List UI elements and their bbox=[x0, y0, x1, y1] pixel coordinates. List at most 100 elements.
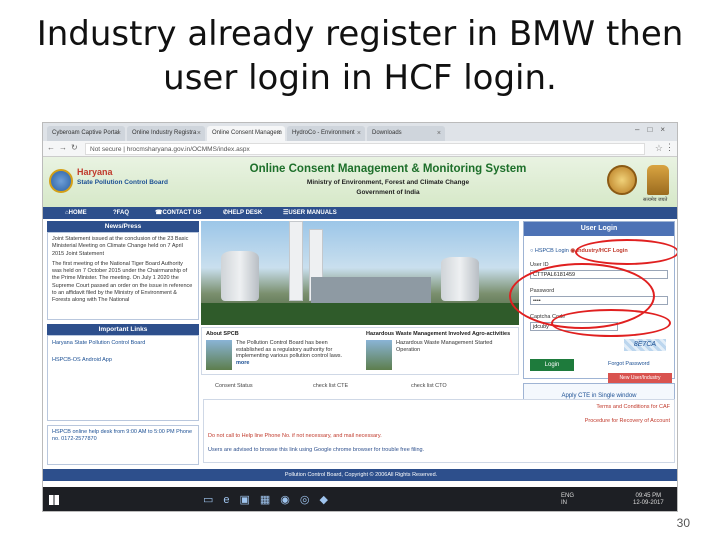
star-icon[interactable]: ☆ bbox=[655, 143, 663, 154]
captcha-image: 8E7CA bbox=[624, 339, 666, 351]
news-item[interactable]: Joint Statement issued at the conclusion… bbox=[52, 236, 194, 258]
tab-downloads[interactable]: Downloads × bbox=[367, 126, 445, 141]
clock[interactable]: 09:45 PM 12-09-2017 bbox=[633, 493, 664, 507]
taskbar: ▭e▣▦◉◎◆ ENG IN 09:45 PM 12-09-2017 bbox=[43, 487, 677, 511]
back-forward-reload-icon[interactable]: ←→↻ bbox=[47, 143, 82, 152]
tab-bar: Cyberoam Captive Portal × Online Industry… bbox=[43, 123, 677, 141]
tab-label: Online Industry Registra bbox=[132, 130, 197, 136]
taskbar-app-icons[interactable]: ▭e▣▦◉◎◆ bbox=[203, 493, 338, 506]
nav-contact-us[interactable]: ☎CONTACT US bbox=[155, 207, 201, 219]
menu-icon[interactable]: ⋮ bbox=[665, 142, 674, 153]
power-plant-image bbox=[201, 221, 519, 325]
ministry-name: Ministry of Environment, Forest and Clim… bbox=[306, 179, 470, 186]
about-spcb: About SPCB bbox=[206, 331, 356, 338]
nav-faq[interactable]: ?FAQ bbox=[113, 207, 129, 219]
about-description: The Pollution Control Board has been est… bbox=[236, 340, 343, 359]
tab-consent-management[interactable]: Online Consent Managem × bbox=[207, 126, 285, 141]
windows-start-icon[interactable] bbox=[49, 495, 59, 505]
important-links-panel: Haryana State Pollution Control Board HS… bbox=[47, 335, 199, 421]
about-section: About SPCB The Pollution Control Board h… bbox=[201, 327, 519, 375]
tab-label: Online Consent Managem bbox=[212, 130, 282, 136]
language-indicator: ENG bbox=[561, 493, 575, 499]
helpline-text: HSPCB online help desk from 9:00 AM to 5… bbox=[47, 425, 199, 465]
trees-shape bbox=[201, 303, 519, 325]
tab-cyberoam[interactable]: Cyberoam Captive Portal × bbox=[47, 126, 125, 141]
checklist-row: Consent Status check list CTE check list… bbox=[201, 379, 519, 395]
window-controls[interactable]: –□× bbox=[635, 125, 673, 134]
board-name: State Pollution Control Board bbox=[77, 179, 168, 186]
hazardous-waste-block: Hazardous Waste Management Involved Agro… bbox=[366, 331, 516, 338]
site-footer: Pollution Control Board, Copyright © 200… bbox=[43, 469, 677, 481]
tab-hydroco[interactable]: HydroCo - Environment × bbox=[287, 126, 365, 141]
cooling-tower-shape bbox=[441, 257, 479, 301]
links-heading: Important Links bbox=[47, 324, 199, 335]
close-icon[interactable]: × bbox=[437, 126, 441, 141]
nav-label: HOME bbox=[68, 210, 87, 216]
news-panel: Joint Statement issued at the conclusion… bbox=[47, 232, 199, 320]
recovery-procedure-link[interactable]: Procedure for Recovery of Account bbox=[585, 418, 670, 424]
news-heading: News/Press bbox=[47, 221, 199, 232]
government-name: Government of India bbox=[356, 189, 420, 196]
nav-help-desk[interactable]: ✆HELP DESK bbox=[223, 207, 262, 219]
helpline-notice: Do not call to Help line Phone No. if no… bbox=[208, 433, 382, 439]
radio-label: HSPCB Login bbox=[534, 248, 569, 254]
left-column: News/Press Joint Statement issued at the… bbox=[47, 221, 199, 465]
news-item[interactable]: The first meeting of the National Tiger … bbox=[52, 261, 194, 305]
close-icon[interactable]: × bbox=[277, 126, 281, 141]
nav-label: FAQ bbox=[116, 210, 130, 216]
url-input[interactable]: Not secure | hrocmsharyana.gov.in/OCMMS/… bbox=[85, 143, 645, 155]
info-box: Terms and Conditions for CAF Procedure f… bbox=[203, 399, 675, 463]
hazardous-image bbox=[366, 340, 392, 370]
state-name: Haryana bbox=[77, 167, 113, 177]
close-icon[interactable]: × bbox=[197, 126, 201, 141]
nav-label: USER MANUALS bbox=[288, 210, 337, 216]
emblem-caption: सत्यमेव जयते bbox=[643, 197, 668, 203]
tab-label: Downloads bbox=[372, 130, 402, 136]
close-icon[interactable]: × bbox=[117, 126, 121, 141]
seal-logo bbox=[607, 165, 637, 195]
annotation-oval-industry-login bbox=[575, 239, 677, 265]
national-emblem bbox=[647, 165, 669, 195]
terms-link[interactable]: Terms and Conditions for CAF bbox=[596, 404, 670, 410]
main-nav: ⌂HOME ?FAQ ☎CONTACT US ✆HELP DESK ☰USER … bbox=[43, 207, 677, 219]
nav-user-manuals[interactable]: ☰USER MANUALS bbox=[283, 207, 337, 219]
page-number: 30 bbox=[676, 516, 690, 530]
about-image bbox=[206, 340, 232, 370]
close-icon[interactable]: × bbox=[357, 126, 361, 141]
more-link[interactable]: more bbox=[236, 360, 249, 366]
consent-status-link[interactable]: Consent Status bbox=[215, 383, 253, 389]
cooling-tower-shape bbox=[221, 251, 259, 301]
link-android-app[interactable]: HSPCB-OS Android App bbox=[52, 357, 194, 363]
about-heading: About SPCB bbox=[206, 331, 239, 337]
system-tray[interactable]: ENG IN bbox=[561, 493, 574, 507]
checklist-cte-link[interactable]: check list CTE bbox=[313, 383, 348, 389]
browser-screenshot: Cyberoam Captive Portal × Online Industry… bbox=[42, 122, 678, 512]
radio-spcb-login[interactable]: ○ HSPCB Login bbox=[530, 248, 569, 254]
slide-title-line-2: user login in HCF login. bbox=[163, 58, 557, 98]
hspcb-logo bbox=[49, 169, 73, 193]
system-title: Online Consent Management & Monitoring S… bbox=[249, 163, 527, 175]
browser-notice: Users are advised to browse this link us… bbox=[208, 447, 425, 453]
annotation-oval-password bbox=[551, 309, 671, 337]
slide-title-line-1: Industry already register in BMW then bbox=[36, 14, 684, 54]
link-hspcb[interactable]: Haryana State Pollution Control Board bbox=[52, 340, 194, 346]
hazardous-heading: Hazardous Waste Management Involved Agro… bbox=[366, 331, 511, 337]
site-header: Haryana State Pollution Control Board On… bbox=[43, 157, 677, 207]
forgot-password-link[interactable]: Forgot Password bbox=[608, 361, 650, 367]
nav-label: HELP DESK bbox=[228, 210, 263, 216]
chimney-shape bbox=[289, 221, 303, 301]
region-indicator: IN bbox=[561, 500, 567, 506]
tab-industry-registration[interactable]: Online Industry Registra × bbox=[127, 126, 205, 141]
slide-title: Industry already register in BMW then us… bbox=[20, 12, 700, 100]
new-registration-button[interactable]: New User/Industry Registration bbox=[608, 373, 672, 391]
nav-home[interactable]: ⌂HOME bbox=[65, 207, 87, 219]
hazardous-text: Hazardous Waste Management Started Opera… bbox=[396, 340, 493, 353]
tab-label: HydroCo - Environment bbox=[292, 130, 355, 136]
tab-label: Cyberoam Captive Portal bbox=[52, 130, 120, 136]
address-bar: ←→↻ Not secure | hrocmsharyana.gov.in/OC… bbox=[43, 141, 677, 157]
time-text: 09:45 PM bbox=[635, 493, 662, 499]
login-button[interactable]: Login bbox=[530, 359, 574, 371]
checklist-cto-link[interactable]: check list CTO bbox=[411, 383, 447, 389]
date-text: 12-09-2017 bbox=[633, 500, 664, 506]
about-text: The Pollution Control Board has been est… bbox=[236, 340, 356, 366]
